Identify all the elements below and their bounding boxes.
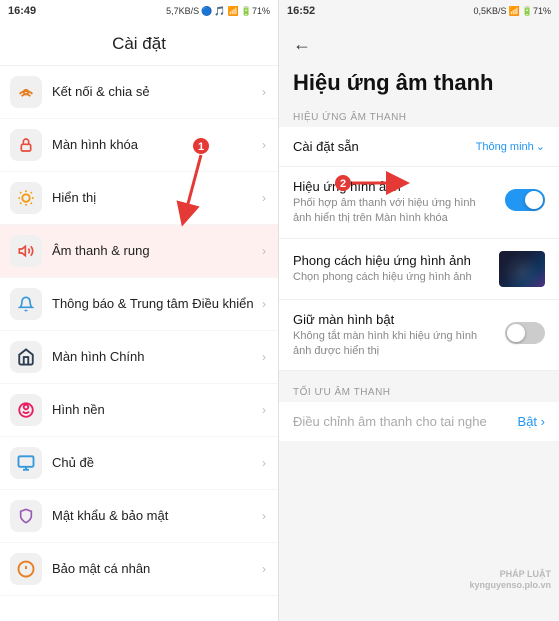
right-header[interactable]: ← [279,22,559,66]
wifi-chevron: › [262,85,266,99]
keep-screen-text: Giữ màn hình bật Không tắt màn hình khi … [293,312,497,359]
keep-screen-control[interactable] [505,322,545,349]
status-bar-right: 16:52 0,5KB/S 📶 🔋71% [279,0,559,22]
sound-icon [10,235,42,267]
menu-item-wifi[interactable]: Kết nối & chia sẻ › [0,66,278,119]
keep-screen-desc: Không tắt màn hình khi hiệu ứng hình ảnh… [293,329,497,359]
status-icons-right: 0,5KB/S 📶 🔋71% [474,6,551,17]
wallpaper-label: Hình nền [52,402,262,419]
effect-thumbnail [499,251,545,287]
keep-screen-toggle[interactable] [505,322,545,344]
password-label: Mật khẩu & bảo mật [52,508,262,525]
menu-list: Kết nối & chia sẻ › Màn hình khóa › Hiển… [0,66,278,621]
image-effect-text: Hiệu ứng hình ảnh Phối hợp âm thanh với … [293,179,497,226]
display-icon [10,182,42,214]
menu-item-theme[interactable]: Chủ đề › [0,437,278,490]
optimize-row[interactable]: Điều chỉnh âm thanh cho tai nghe Bật › [279,402,559,441]
optimize-title: Điều chỉnh âm thanh cho tai nghe [293,414,487,429]
theme-chevron: › [262,456,266,470]
right-content: Cài đặt sẵn Thông minh ⌄ Hiệu ứng hình ả… [279,127,559,621]
preset-row[interactable]: Cài đặt sẵn Thông minh ⌄ [279,127,559,167]
effect-style-desc: Chọn phong cách hiệu ứng hình ảnh [293,270,491,285]
sound-chevron: › [262,244,266,258]
theme-label: Chủ đề [52,455,262,472]
image-effect-control[interactable] [505,189,545,216]
effect-style-title: Phong cách hiệu ứng hình ảnh [293,253,491,268]
optimize-section-label: TỐI ƯU ÂM THANH [279,379,559,402]
menu-item-display[interactable]: Hiển thị › [0,172,278,225]
preset-label: Cài đặt sẵn [293,139,359,154]
optimize-value[interactable]: Bật › [518,414,545,429]
password-icon [10,500,42,532]
section-label-audio: HIỆU ỨNG ÂM THANH [279,104,559,127]
keep-screen-title: Giữ màn hình bật [293,312,497,327]
time-right: 16:52 [287,5,315,17]
back-button[interactable]: ← [293,34,311,55]
notif-chevron: › [262,297,266,311]
lock-chevron: › [262,138,266,152]
right-title: Hiệu ứng âm thanh [279,66,559,104]
effect-style-row[interactable]: Phong cách hiệu ứng hình ảnh Chọn phong … [279,239,559,300]
privacy-chevron: › [262,562,266,576]
image-effect-row[interactable]: Hiệu ứng hình ảnh Phối hợp âm thanh với … [279,167,559,239]
wallpaper-icon [10,394,42,426]
wifi-icon [10,76,42,108]
keep-screen-row[interactable]: Giữ màn hình bật Không tắt màn hình khi … [279,300,559,372]
notif-icon [10,288,42,320]
time-left: 16:49 [8,5,36,17]
menu-item-sound[interactable]: Âm thanh & rung › [0,225,278,278]
left-panel: 16:49 5,7KB/S 🔵 🎵 📶 🔋71% Cài đặt Kết nối… [0,0,279,621]
status-bar-left: 16:49 5,7KB/S 🔵 🎵 📶 🔋71% [0,0,278,22]
status-icons-left: 5,7KB/S 🔵 🎵 📶 🔋71% [166,6,270,17]
effect-style-text: Phong cách hiệu ứng hình ảnh Chọn phong … [293,253,491,285]
wallpaper-chevron: › [262,403,266,417]
display-chevron: › [262,191,266,205]
left-header: Cài đặt [0,22,278,66]
effect-style-thumbnail[interactable] [499,251,545,287]
home-icon [10,341,42,373]
home-chevron: › [262,350,266,364]
preset-chevron: ⌄ [536,140,545,153]
privacy-label: Bảo mật cá nhân [52,561,262,578]
image-effect-title: Hiệu ứng hình ảnh [293,179,497,194]
menu-item-notif[interactable]: Thông báo & Trung tâm Điều khiển › [0,278,278,331]
sound-label: Âm thanh & rung [52,243,262,260]
image-effect-toggle[interactable] [505,189,545,211]
password-chevron: › [262,509,266,523]
menu-item-wallpaper[interactable]: Hình nền › [0,384,278,437]
lock-label: Màn hình khóa [52,137,262,154]
lock-icon [10,129,42,161]
preset-dropdown[interactable]: Thông minh ⌄ [476,140,545,153]
menu-item-lock[interactable]: Màn hình khóa › [0,119,278,172]
settings-title: Cài đặt [112,34,166,54]
wifi-label: Kết nối & chia sẻ [52,84,262,101]
menu-item-password[interactable]: Mật khẩu & bảo mật › [0,490,278,543]
privacy-icon [10,553,42,585]
home-label: Màn hình Chính [52,349,262,366]
display-label: Hiển thị [52,190,262,207]
image-effect-desc: Phối hợp âm thanh với hiệu ứng hình ảnh … [293,196,497,226]
theme-icon [10,447,42,479]
menu-item-home[interactable]: Màn hình Chính › [0,331,278,384]
notif-label: Thông báo & Trung tâm Điều khiển [52,296,262,313]
preset-value: Thông minh [476,141,534,153]
menu-item-privacy[interactable]: Bảo mật cá nhân › [0,543,278,596]
right-panel: 16:52 0,5KB/S 📶 🔋71% ← Hiệu ứng âm thanh… [279,0,559,621]
